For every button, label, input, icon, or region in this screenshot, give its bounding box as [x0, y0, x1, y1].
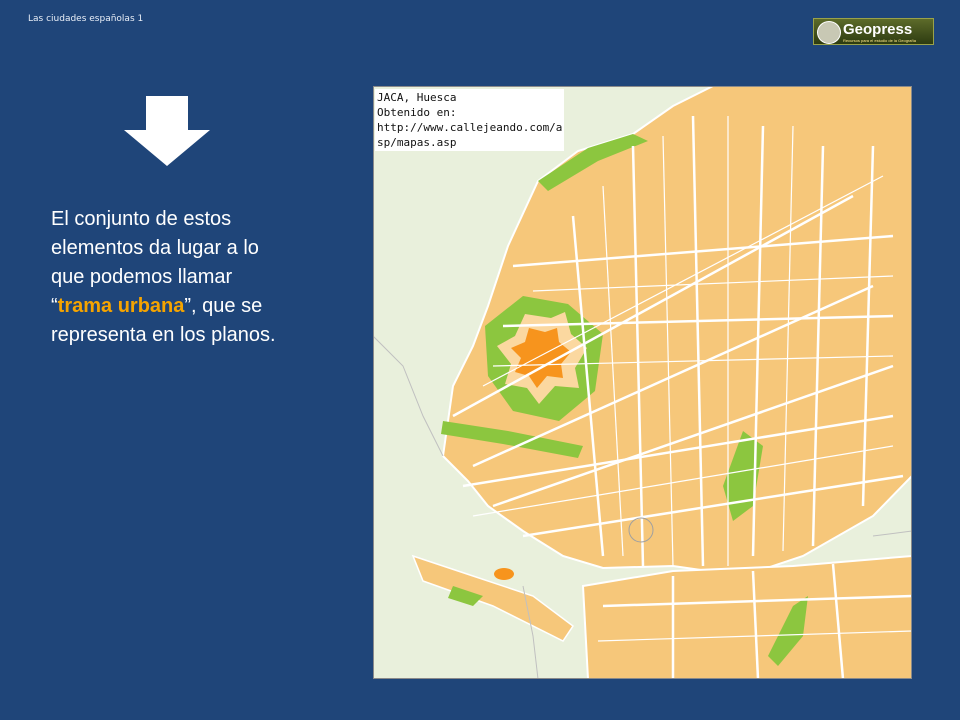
map-note-line-4: sp/mapas.asp: [377, 136, 457, 149]
body-line-2: elementos da lugar a lo: [51, 237, 259, 259]
map-note-line-3: http://www.callejeando.com/a: [377, 121, 563, 134]
down-arrow-icon: [124, 96, 210, 166]
slide-body-text: El conjunto de estos elementos da lugar …: [51, 205, 351, 350]
body-line-5: representa en los planos.: [51, 324, 276, 346]
body-line-1: El conjunto de estos: [51, 208, 232, 230]
highlight-term: trama urbana: [57, 295, 185, 317]
logo-name: Geopress: [843, 21, 913, 38]
map-source-note: JACA, Huesca Obtenido en: http://www.cal…: [375, 89, 564, 151]
body-line-3: que podemos llamar: [51, 266, 233, 288]
city-map-jaca: JACA, Huesca Obtenido en: http://www.cal…: [372, 85, 913, 680]
map-note-line-1: JACA, Huesca: [377, 91, 457, 104]
open-quote: “: [51, 295, 58, 317]
logo-tagline: Recursos para el estudio de la Geografía: [843, 38, 916, 43]
body-line-4: “trama urbana”, que se: [51, 292, 351, 321]
street-map-drawing: [372, 85, 913, 680]
geopress-logo: Geopress Recursos para el estudio de la …: [813, 18, 934, 45]
after-highlight: ”, que se: [184, 295, 263, 317]
slide-header-title: Las ciudades españolas 1: [28, 14, 144, 24]
map-note-line-2: Obtenido en:: [377, 106, 457, 119]
globe-icon: [817, 21, 841, 44]
